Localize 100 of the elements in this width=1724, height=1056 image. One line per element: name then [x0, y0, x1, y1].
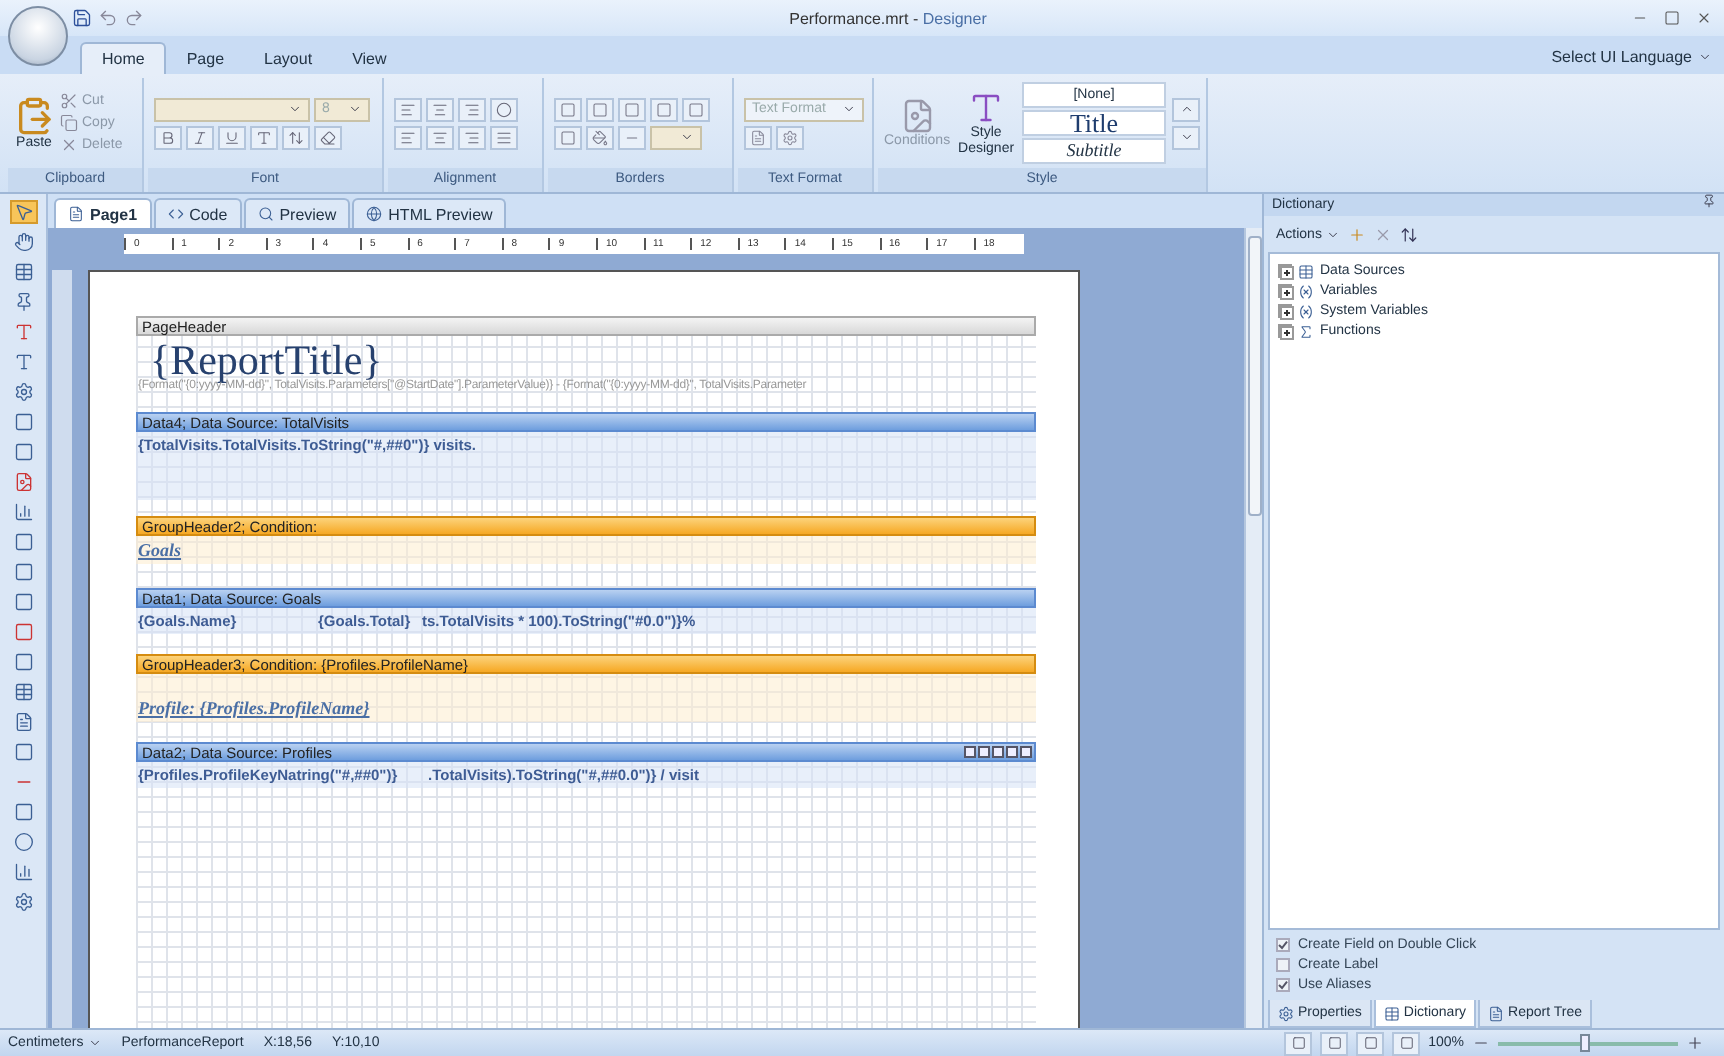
format-button[interactable] [776, 125, 804, 149]
format-button[interactable] [218, 125, 246, 149]
close-icon [1696, 10, 1712, 26]
caret-icon [288, 102, 302, 116]
zoom-slider-thumb[interactable] [1579, 1033, 1589, 1051]
format-button[interactable] [154, 125, 182, 149]
checkmark-icon [1278, 980, 1288, 990]
group-heading: Goals [138, 540, 184, 560]
tool-icon [13, 232, 33, 252]
caret-icon [1325, 227, 1340, 241]
expand-icon[interactable] [1280, 326, 1294, 340]
pin-icon [1702, 194, 1716, 208]
save-icon [72, 8, 92, 28]
tool-icon [13, 502, 33, 522]
align-button[interactable] [426, 97, 454, 121]
format-button[interactable] [744, 125, 772, 149]
app-menu-button[interactable] [8, 6, 68, 66]
caret-icon [1698, 50, 1712, 64]
ribbon-tab[interactable]: Home [80, 42, 167, 74]
clipboard-icon [14, 95, 54, 135]
align-button[interactable] [490, 125, 518, 149]
variable-icon [1298, 283, 1314, 299]
italic-icon [192, 129, 208, 145]
image-icon [899, 97, 936, 133]
fill-button[interactable] [586, 125, 614, 149]
view-mode-button[interactable] [1392, 1031, 1421, 1055]
square-icon [592, 101, 608, 117]
tool-icon [13, 202, 33, 222]
language-menu[interactable]: Select UI Language [1539, 48, 1724, 74]
font-name-field[interactable] [154, 97, 310, 121]
color-field[interactable] [650, 125, 702, 149]
bold-icon [160, 129, 176, 145]
align-left-icon [400, 101, 416, 117]
tool-icon [13, 322, 33, 342]
align-button[interactable] [394, 125, 422, 149]
scrollbar[interactable] [1244, 228, 1262, 1028]
expand-icon[interactable] [1280, 286, 1294, 300]
style-item[interactable]: Subtitle [1022, 138, 1166, 164]
expand-icon[interactable] [1280, 266, 1294, 280]
expand-icon[interactable] [1280, 306, 1294, 320]
scissors-icon [60, 92, 78, 110]
redo-icon [124, 8, 144, 28]
align-button[interactable] [394, 97, 422, 121]
ribbon-tab[interactable]: View [332, 44, 407, 74]
align-button[interactable] [426, 125, 454, 149]
square-icon [688, 101, 704, 117]
view-mode-button[interactable] [1320, 1031, 1349, 1055]
align-button[interactable] [458, 125, 486, 149]
tool-button[interactable] [9, 200, 37, 224]
align-button[interactable] [490, 97, 518, 121]
globe-icon [366, 206, 383, 222]
format-button[interactable] [186, 125, 214, 149]
square-icon [1399, 1036, 1414, 1050]
ribbon-tab[interactable]: Layout [244, 44, 333, 74]
gear-icon [782, 129, 798, 145]
align-center-icon [432, 101, 448, 117]
variable-icon [1298, 303, 1314, 319]
tool-icon [13, 682, 33, 702]
document-tab[interactable]: Page1 [54, 198, 152, 228]
square-icon [1327, 1036, 1342, 1050]
undo-icon [98, 8, 118, 28]
align-right-icon [464, 129, 480, 145]
tool-icon [13, 472, 33, 492]
view-mode-button[interactable] [1356, 1031, 1385, 1055]
caret-icon [842, 102, 856, 116]
format-button[interactable] [314, 125, 342, 149]
table-icon [1383, 1005, 1400, 1021]
code-icon [167, 206, 184, 222]
style-item[interactable]: Title [1022, 110, 1166, 136]
align-center-icon [432, 129, 448, 145]
sigma-icon [1298, 323, 1314, 339]
format-button[interactable] [250, 125, 278, 149]
sort-icon [1399, 225, 1418, 243]
eraser-icon [320, 129, 336, 145]
window-title: Performance.mrt - Designer [787, 9, 989, 27]
document-icon [1488, 1005, 1505, 1021]
format-button[interactable] [282, 125, 310, 149]
letter-icon [968, 89, 1005, 125]
document-tab[interactable]: Code [153, 198, 242, 228]
document-tab[interactable]: HTML Preview [352, 198, 507, 228]
table-icon [1298, 263, 1314, 279]
document-icon [750, 129, 766, 145]
square-icon [1363, 1036, 1378, 1050]
tool-icon [13, 382, 33, 402]
square-icon [624, 101, 640, 117]
tool-icon [13, 712, 33, 732]
tool-icon [13, 892, 33, 912]
tool-button[interactable] [9, 230, 37, 254]
align-button[interactable] [458, 97, 486, 121]
maximize-icon [1664, 10, 1680, 26]
document-tab[interactable]: Preview [243, 198, 351, 228]
square-icon [656, 101, 672, 117]
tool-button[interactable] [9, 830, 37, 854]
caret-icon [680, 130, 694, 144]
view-mode-button[interactable] [1284, 1031, 1313, 1055]
ribbon-tab[interactable]: Page [166, 44, 245, 74]
paint-bucket-icon [592, 129, 608, 145]
magnifier-icon [257, 206, 274, 222]
tool-icon [13, 862, 33, 882]
checkmark-icon [1278, 940, 1288, 950]
